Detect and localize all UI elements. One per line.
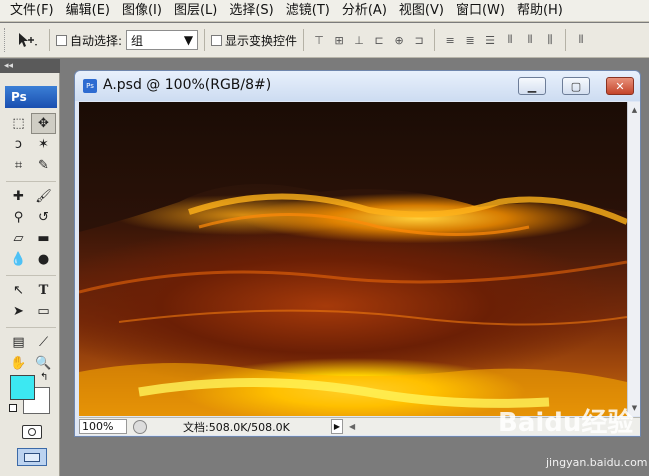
- toolbox: Ps ⬚ ✥ ↄ ✶ ⌗ ✎ ✚ 🖌 ⚲ ↺ ▱ ▬ 💧 ● ↖ T ➤ ▭ ▤…: [0, 73, 60, 476]
- align-bottom-icon[interactable]: ⊥: [350, 32, 368, 48]
- swap-colors-icon[interactable]: ↰: [40, 372, 48, 383]
- notes-tool-icon[interactable]: ▤: [6, 332, 31, 353]
- lasso-tool-icon[interactable]: ↄ: [6, 134, 31, 155]
- align-hcenter-icon[interactable]: ⊕: [390, 32, 408, 48]
- separator: [565, 29, 567, 51]
- quick-mask-icon[interactable]: [22, 425, 42, 439]
- blur-tool-icon[interactable]: 💧: [6, 249, 31, 270]
- vertical-scrollbar[interactable]: ▲ ▼: [627, 102, 640, 416]
- auto-select-checkbox[interactable]: 自动选择:: [56, 32, 122, 49]
- checkbox-box[interactable]: [211, 34, 223, 46]
- close-button[interactable]: ✕: [606, 77, 634, 95]
- watermark-logo: Baidu经验: [498, 408, 634, 438]
- distribute-hcenter-icon[interactable]: ⦀: [521, 32, 539, 48]
- document-window: Ps A.psd @ 100%(RGB/8#) ▁ ▢ ✕ ▲ ▼ 100% 文…: [74, 70, 641, 437]
- menu-filter[interactable]: 滤镜(T): [280, 0, 336, 22]
- menu-help[interactable]: 帮助(H): [511, 0, 569, 22]
- distribute-buttons: ≡ ≣ ☰ ⫴ ⦀ ⫼: [441, 32, 559, 48]
- ps-logo[interactable]: Ps: [5, 86, 57, 108]
- options-grip[interactable]: [4, 28, 7, 52]
- align-right-icon[interactable]: ⊐: [410, 32, 428, 48]
- distribute-bottom-icon[interactable]: ☰: [481, 32, 499, 48]
- menu-window[interactable]: 窗口(W): [450, 0, 511, 22]
- show-transform-label: 显示变换控件: [225, 33, 298, 48]
- document-size-info: 文档:508.0K/508.0K: [183, 420, 290, 434]
- marquee-tool-icon[interactable]: ⬚: [6, 113, 31, 134]
- history-brush-icon[interactable]: ↺: [31, 207, 56, 228]
- menu-view[interactable]: 视图(V): [393, 0, 450, 22]
- foreground-color-swatch[interactable]: [10, 375, 35, 400]
- slice-tool-icon[interactable]: ✎: [31, 155, 56, 176]
- options-bar: 自动选择: 组 ▼ 显示变换控件 ⊤ ⊞ ⊥ ⊏ ⊕ ⊐ ≡ ≣ ☰ ⫴ ⦀ ⫼…: [0, 23, 649, 58]
- auto-align-icon[interactable]: ⦀: [572, 32, 590, 48]
- minimize-button[interactable]: ▁: [518, 77, 546, 95]
- distribute-left-icon[interactable]: ⫴: [501, 32, 519, 48]
- eyedropper-icon[interactable]: ⟋: [31, 332, 56, 353]
- crop-tool-icon[interactable]: ⌗: [6, 155, 31, 176]
- maximize-button[interactable]: ▢: [562, 77, 590, 95]
- separator: [303, 29, 305, 51]
- distribute-top-icon[interactable]: ≡: [441, 32, 459, 48]
- zoom-tool-icon[interactable]: 🔍: [31, 353, 56, 374]
- zoom-level-field[interactable]: 100%: [79, 419, 127, 434]
- chevron-down-icon: ▼: [183, 33, 194, 47]
- healing-brush-icon[interactable]: ✚: [6, 186, 31, 207]
- shape-tool-icon[interactable]: ▭: [31, 301, 56, 322]
- tool-preset-move-icon[interactable]: [13, 28, 43, 52]
- gradient-tool-icon[interactable]: ▬: [31, 228, 56, 249]
- menu-analysis[interactable]: 分析(A): [336, 0, 393, 22]
- auto-select-label: 自动选择:: [70, 33, 123, 48]
- separator: [49, 29, 50, 51]
- default-colors-icon[interactable]: [9, 404, 17, 412]
- toolbox-header[interactable]: ◂◂: [0, 59, 60, 73]
- menu-edit[interactable]: 编辑(E): [60, 0, 116, 22]
- distribute-vcenter-icon[interactable]: ≣: [461, 32, 479, 48]
- separator: [434, 29, 436, 51]
- align-vcenter-icon[interactable]: ⊞: [330, 32, 348, 48]
- document-titlebar[interactable]: Ps A.psd @ 100%(RGB/8#) ▁ ▢ ✕: [75, 71, 640, 101]
- scroll-up-icon[interactable]: ▲: [629, 104, 640, 116]
- document-title: A.psd @ 100%(RGB/8#): [103, 77, 272, 93]
- watermark-url: jingyan.baidu.com: [546, 456, 648, 469]
- menu-select[interactable]: 选择(S): [223, 0, 279, 22]
- menu-bar: 文件(F) 编辑(E) 图像(I) 图层(L) 选择(S) 滤镜(T) 分析(A…: [0, 0, 649, 22]
- tool-grid: ⬚ ✥ ↄ ✶ ⌗ ✎ ✚ 🖌 ⚲ ↺ ▱ ▬ 💧 ● ↖ T ➤ ▭ ▤ ⟋ …: [6, 113, 56, 374]
- align-left-icon[interactable]: ⊏: [370, 32, 388, 48]
- lava-image: [79, 102, 627, 416]
- align-buttons: ⊤ ⊞ ⊥ ⊏ ⊕ ⊐: [310, 32, 428, 48]
- menu-layer[interactable]: 图层(L): [168, 0, 223, 22]
- magic-wand-icon[interactable]: ✶: [31, 134, 56, 155]
- navigator-icon[interactable]: [133, 419, 147, 434]
- clone-stamp-icon[interactable]: ⚲: [6, 207, 31, 228]
- psd-file-icon: Ps: [83, 79, 97, 93]
- align-top-icon[interactable]: ⊤: [310, 32, 328, 48]
- move-tool-icon[interactable]: ✥: [31, 113, 56, 134]
- status-menu-arrow-icon[interactable]: ▶: [331, 419, 343, 434]
- brush-tool-icon[interactable]: 🖌: [31, 186, 56, 207]
- distribute-right-icon[interactable]: ⫼: [541, 32, 559, 48]
- image-canvas[interactable]: [79, 102, 627, 416]
- scroll-left-icon[interactable]: ◀: [349, 422, 355, 431]
- path-select-icon[interactable]: ↖: [6, 280, 31, 301]
- screen-mode-icon[interactable]: [17, 448, 47, 466]
- hand-tool-icon[interactable]: ✋: [6, 353, 31, 374]
- eraser-tool-icon[interactable]: ▱: [6, 228, 31, 249]
- dodge-tool-icon[interactable]: ●: [31, 249, 56, 270]
- direct-select-icon[interactable]: ➤: [6, 301, 31, 322]
- show-transform-checkbox[interactable]: 显示变换控件: [211, 32, 297, 49]
- checkbox-box[interactable]: [56, 34, 67, 46]
- auto-select-dropdown[interactable]: 组 ▼: [126, 30, 199, 50]
- separator: [204, 29, 206, 51]
- auto-select-value: 组: [131, 33, 144, 48]
- menu-image[interactable]: 图像(I): [116, 0, 168, 22]
- type-tool-icon[interactable]: T: [31, 280, 56, 301]
- menu-file[interactable]: 文件(F): [4, 0, 60, 22]
